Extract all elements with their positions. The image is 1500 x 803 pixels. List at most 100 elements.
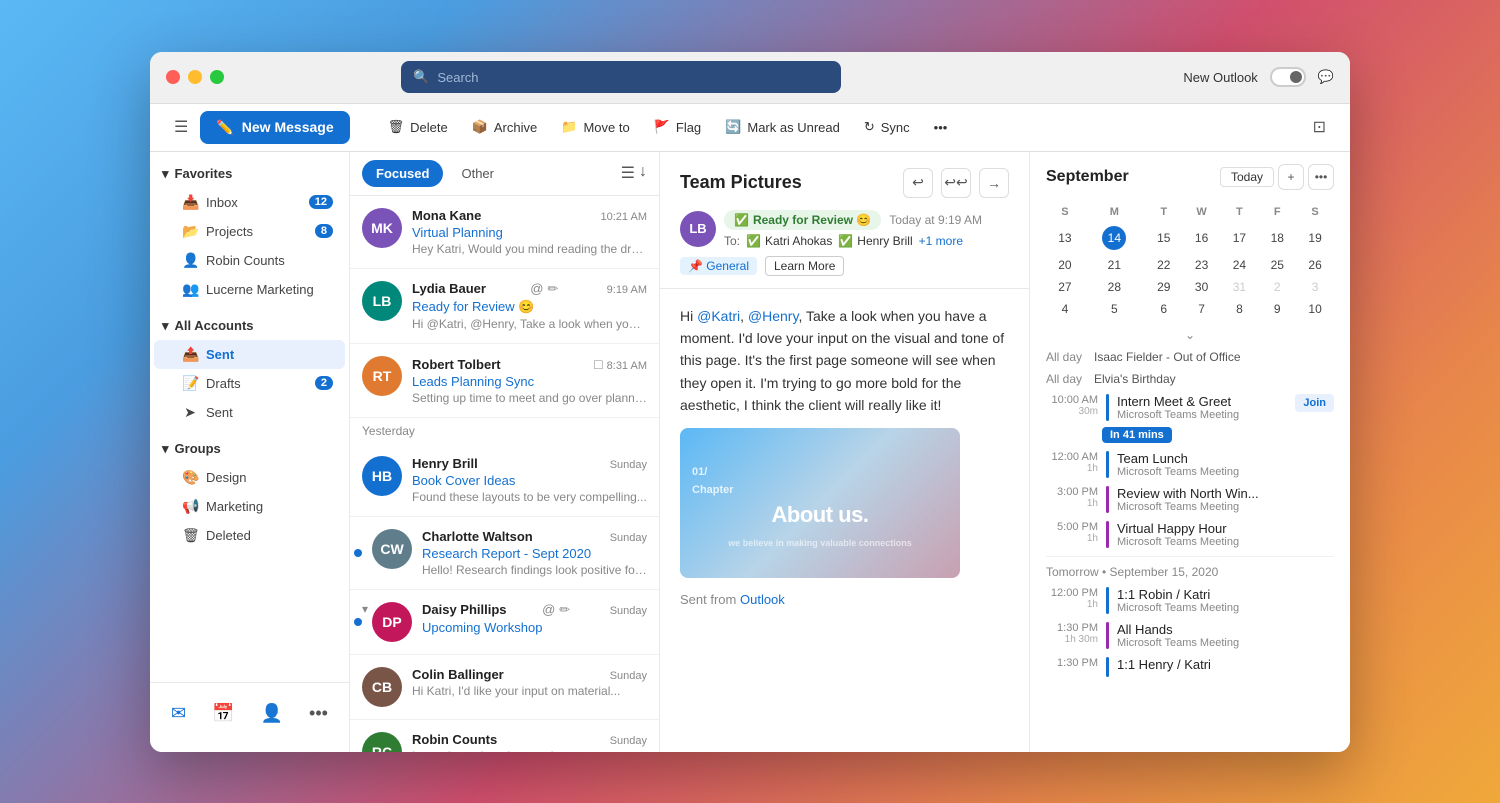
reply-all-button[interactable]: ↩↩ <box>941 168 971 198</box>
join-button-1[interactable]: Join <box>1295 394 1334 412</box>
hamburger-button[interactable]: ☰ <box>166 111 196 143</box>
tab-other[interactable]: Other <box>447 160 508 187</box>
calendar-day[interactable]: 4 <box>1046 298 1084 320</box>
move-to-button[interactable]: 📁 Move to <box>551 113 639 141</box>
calendar-day[interactable]: 14 <box>1084 222 1145 254</box>
search-bar[interactable]: 🔍 Search <box>401 61 841 93</box>
calendar-day[interactable]: 13 <box>1046 222 1084 254</box>
event-robin-katri[interactable]: 12:00 PM 1h 1:1 Robin / Katri Microsoft … <box>1046 583 1334 618</box>
calendar-day[interactable]: 18 <box>1258 222 1296 254</box>
deleted-icon: 🗑 <box>182 527 198 544</box>
email-item-colin[interactable]: CB Colin Ballinger Sunday Hi Katri, I'd … <box>350 655 659 720</box>
calendar-day[interactable]: 7 <box>1183 298 1221 320</box>
learn-more-button[interactable]: Learn More <box>765 256 844 276</box>
filter-icon[interactable]: ☰ <box>621 163 635 183</box>
event-happy-hour[interactable]: 5:00 PM 1h Virtual Happy Hour Microsoft … <box>1046 517 1334 552</box>
calendar-day[interactable]: 31 <box>1221 276 1259 298</box>
sync-icon: ↻ <box>864 119 875 135</box>
calendar-day[interactable]: 19 <box>1296 222 1334 254</box>
email-item-mona[interactable]: MK Mona Kane 10:21 AM Virtual Planning H… <box>350 196 659 269</box>
reply-button[interactable]: ↩ <box>903 168 933 198</box>
today-button[interactable]: Today <box>1220 167 1274 187</box>
sidebar-item-drafts[interactable]: 📝 Drafts 2 <box>154 369 345 398</box>
all-accounts-header[interactable]: ▾ All Accounts <box>150 312 349 340</box>
calendar-day[interactable]: 17 <box>1221 222 1259 254</box>
more-button[interactable]: ••• <box>924 114 958 141</box>
fullscreen-button[interactable] <box>210 70 224 84</box>
sidebar-item-inbox[interactable]: 📥 Inbox 12 <box>154 188 345 217</box>
day-header-fri: F <box>1258 202 1296 222</box>
people-nav-button[interactable]: 👤 <box>253 695 291 732</box>
calendar-day[interactable]: 30 <box>1183 276 1221 298</box>
sidebar-item-robin-counts[interactable]: 👤 Robin Counts <box>154 246 345 275</box>
event-bar-2 <box>1106 451 1109 478</box>
favorites-header[interactable]: ▾ Favorites <box>150 160 349 188</box>
new-outlook-toggle[interactable] <box>1270 67 1306 87</box>
calendar-day[interactable]: 27 <box>1046 276 1084 298</box>
sidebar-item-deleted[interactable]: 🗑 Deleted <box>154 521 345 550</box>
calendar-day[interactable]: 24 <box>1221 254 1259 276</box>
email-item-charlotte[interactable]: CW Charlotte Waltson Sunday Research Rep… <box>350 517 659 590</box>
tab-focused[interactable]: Focused <box>362 160 443 187</box>
calendar-day[interactable]: 10 <box>1296 298 1334 320</box>
collapse-button[interactable]: ⊡ <box>1305 111 1334 143</box>
mark-unread-button[interactable]: 🔄 Mark as Unread <box>715 113 850 141</box>
category-tag[interactable]: 📌 General <box>680 257 757 275</box>
event-team-lunch[interactable]: 12:00 AM 1h Team Lunch Microsoft Teams M… <box>1046 447 1334 482</box>
event-dur-3: 1h <box>1046 498 1098 509</box>
sidebar-item-sent-folder[interactable]: ➤ Sent <box>154 398 345 427</box>
calendar-day[interactable]: 26 <box>1296 254 1334 276</box>
email-item-daisy[interactable]: ▾ DP Daisy Phillips @ ✏ Sunday Upcoming … <box>350 590 659 655</box>
calendar-day[interactable]: 28 <box>1084 276 1145 298</box>
calendar-day[interactable]: 8 <box>1221 298 1259 320</box>
close-button[interactable] <box>166 70 180 84</box>
sort-icon[interactable]: ↓ <box>639 163 647 183</box>
calendar-day[interactable]: 25 <box>1258 254 1296 276</box>
sidebar-item-projects[interactable]: 📂 Projects 8 <box>154 217 345 246</box>
calendar-day[interactable]: 9 <box>1258 298 1296 320</box>
flag-button[interactable]: 🚩 Flag <box>644 113 711 141</box>
email-item-henry[interactable]: HB Henry Brill Sunday Book Cover Ideas F… <box>350 444 659 517</box>
mail-nav-button[interactable]: ✉ <box>163 695 194 732</box>
robin-counts-label: Robin Counts <box>206 253 285 268</box>
new-message-button[interactable]: ✏️ New Message <box>200 111 349 144</box>
calendar-day[interactable]: 16 <box>1183 222 1221 254</box>
delete-button[interactable]: 🗑 Delete <box>378 113 458 141</box>
event-review[interactable]: 3:00 PM 1h Review with North Win... Micr… <box>1046 482 1334 517</box>
email-item-robin[interactable]: RC Robin Counts Sunday Last minute thoug… <box>350 720 659 752</box>
calendar-panel: September Today + ••• S M T W T F <box>1030 152 1350 752</box>
more-nav-button[interactable]: ••• <box>301 695 336 732</box>
minimize-button[interactable] <box>188 70 202 84</box>
calendar-expand-arrow[interactable]: ⌄ <box>1046 328 1334 342</box>
add-event-button[interactable]: + <box>1278 164 1304 190</box>
more-recipients[interactable]: +1 more <box>919 234 963 248</box>
calendar-day[interactable]: 29 <box>1145 276 1183 298</box>
sidebar-item-sent[interactable]: 📤 Sent <box>154 340 345 369</box>
calendar-day[interactable]: 6 <box>1145 298 1183 320</box>
email-item-lydia[interactable]: LB Lydia Bauer @ ✏ 9:19 AM Ready for Rev… <box>350 269 659 344</box>
calendar-day[interactable]: 3 <box>1296 276 1334 298</box>
calendar-nav-button[interactable]: 📅 <box>204 695 242 732</box>
calendar-day[interactable]: 15 <box>1145 222 1183 254</box>
calendar-day[interactable]: 22 <box>1145 254 1183 276</box>
event-intern-meet[interactable]: 10:00 AM 30m Intern Meet & Greet Microso… <box>1046 390 1334 425</box>
forward-button[interactable]: → <box>979 168 1009 198</box>
calendar-day[interactable]: 21 <box>1084 254 1145 276</box>
calendar-day[interactable]: 23 <box>1183 254 1221 276</box>
email-item-robert[interactable]: RT Robert Tolbert □ 8:31 AM Leads Planni… <box>350 344 659 418</box>
event-title-7: 1:1 Henry / Katri <box>1117 657 1334 672</box>
groups-header[interactable]: ▾ Groups <box>150 435 349 463</box>
event-all-hands[interactable]: 1:30 PM 1h 30m All Hands Microsoft Teams… <box>1046 618 1334 653</box>
sidebar-item-design[interactable]: 🎨 Design <box>154 463 345 492</box>
calendar-more-button[interactable]: ••• <box>1308 164 1334 190</box>
calendar-day[interactable]: 2 <box>1258 276 1296 298</box>
chevron-down-icon2: ▾ <box>162 318 169 334</box>
sync-button[interactable]: ↻ Sync <box>854 113 920 141</box>
calendar-day[interactable]: 5 <box>1084 298 1145 320</box>
outlook-link[interactable]: Outlook <box>740 592 785 607</box>
event-henry-katri[interactable]: 1:30 PM 1:1 Henry / Katri <box>1046 653 1334 681</box>
archive-button[interactable]: 📦 Archive <box>462 113 548 141</box>
calendar-day[interactable]: 20 <box>1046 254 1084 276</box>
sidebar-item-lucerne[interactable]: 👥 Lucerne Marketing <box>154 275 345 304</box>
sidebar-item-marketing[interactable]: 📢 Marketing <box>154 492 345 521</box>
